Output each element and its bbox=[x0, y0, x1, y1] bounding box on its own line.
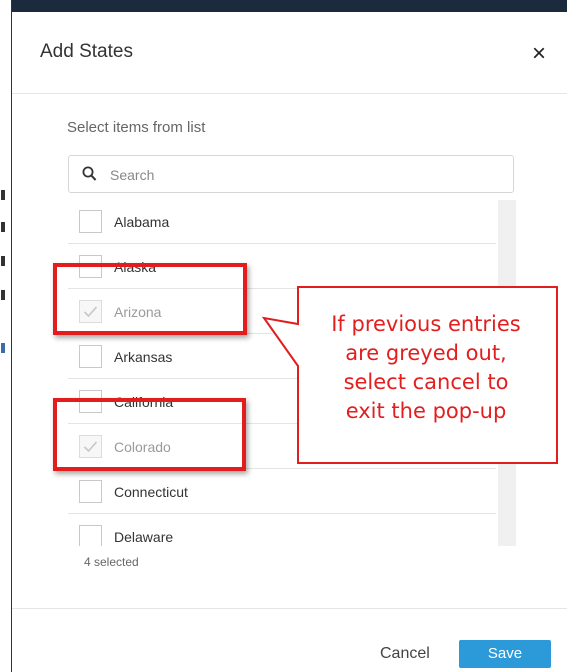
callout-line: exit the pop-up bbox=[345, 399, 507, 423]
callout-line: select cancel to bbox=[343, 370, 509, 394]
callout-line: are greyed out, bbox=[345, 341, 507, 365]
callout-line: If previous entries bbox=[331, 312, 521, 336]
callout-text: If previous entries are greyed out, sele… bbox=[302, 310, 550, 426]
